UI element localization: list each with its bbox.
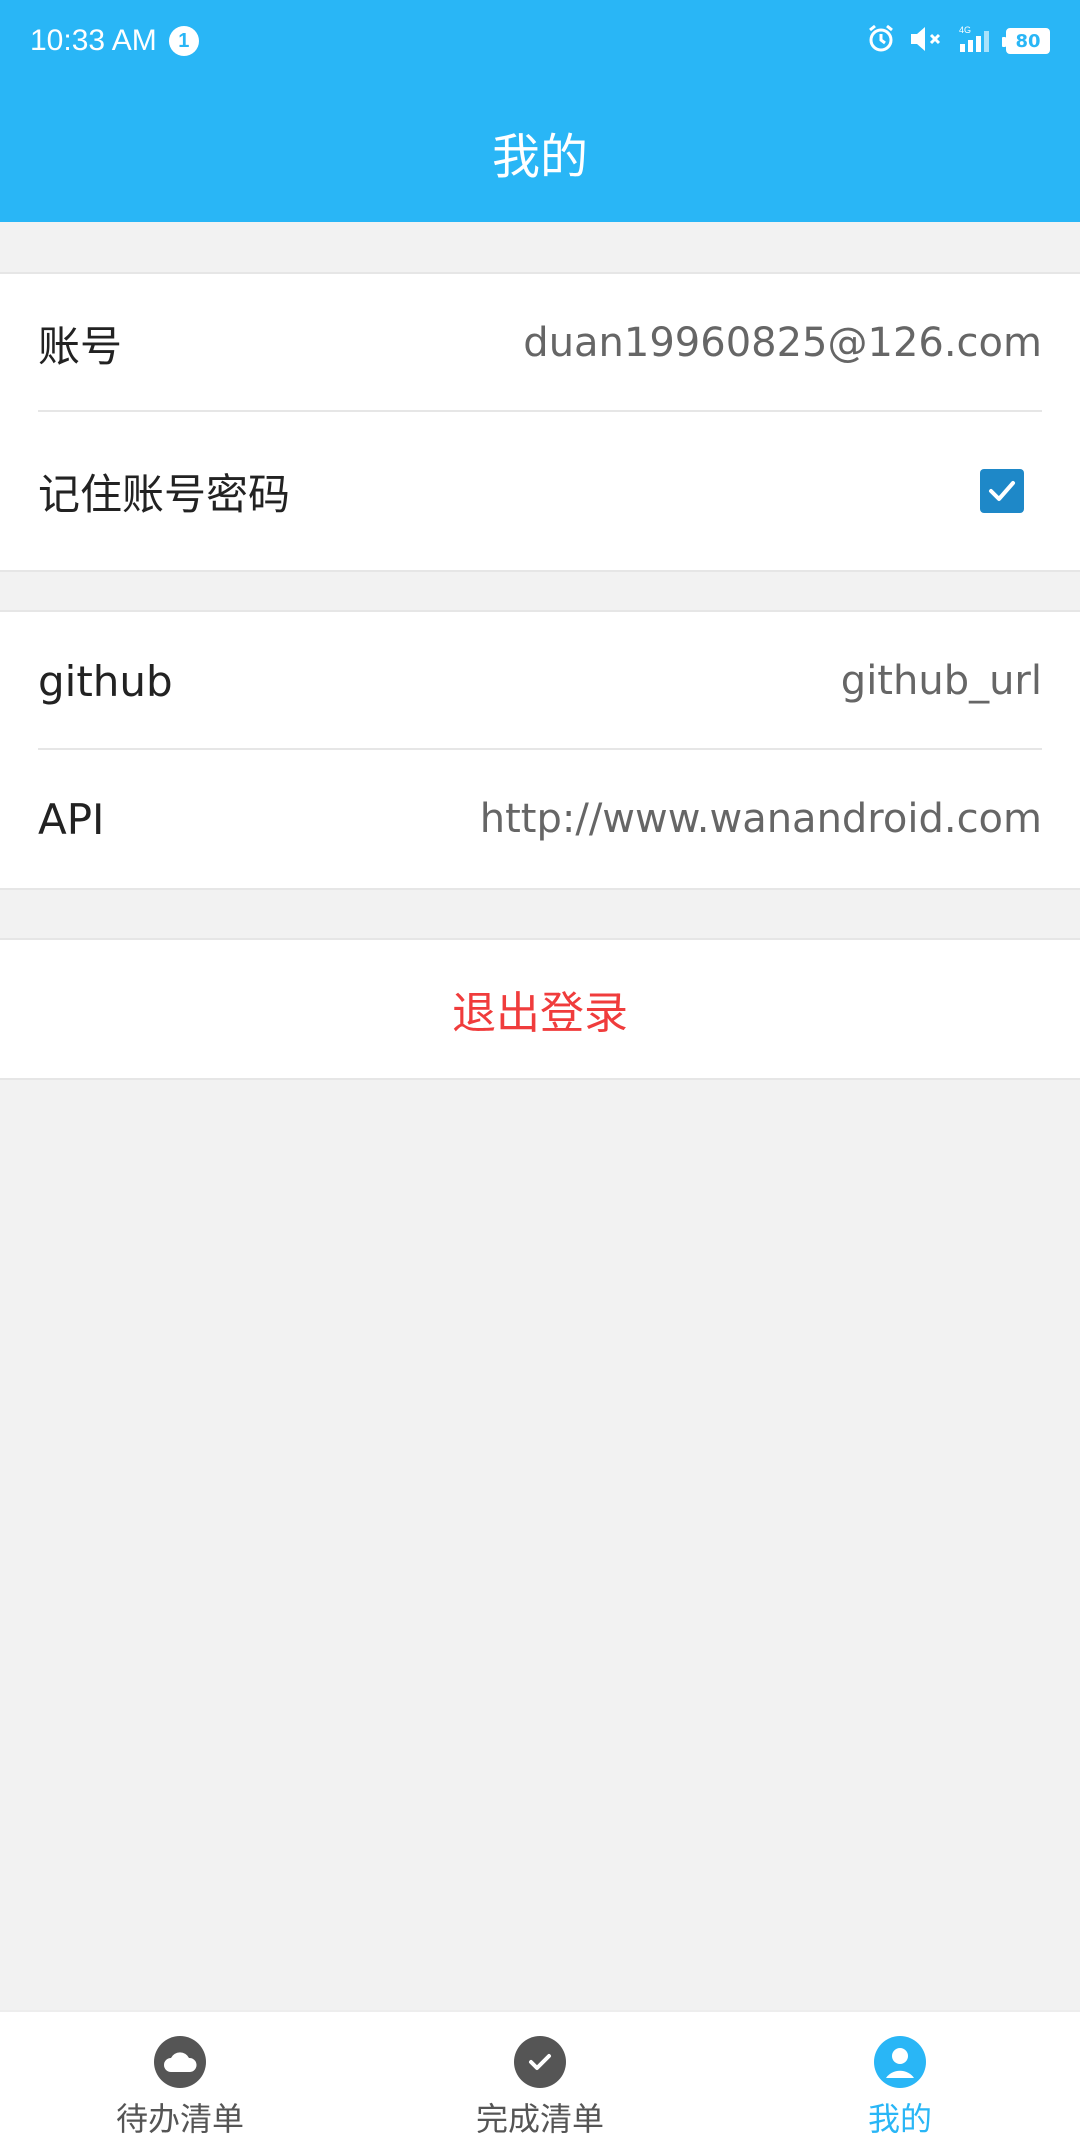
- api-row[interactable]: API http://www.wanandroid.com: [38, 750, 1042, 888]
- status-time: 10:33 AM: [30, 24, 157, 57]
- api-value: http://www.wanandroid.com: [479, 796, 1042, 842]
- remember-label: 记住账号密码: [38, 469, 291, 519]
- person-icon: [874, 2036, 926, 2088]
- github-label: github: [38, 656, 173, 706]
- logout-button[interactable]: 退出登录: [0, 940, 1080, 1078]
- signal-icon: 4G: [958, 24, 994, 58]
- nav-item-mine[interactable]: 我的: [720, 2012, 1080, 2142]
- remember-row[interactable]: 记住账号密码: [38, 412, 1042, 570]
- remember-checkbox[interactable]: [980, 469, 1024, 513]
- mute-icon: [908, 24, 946, 58]
- account-group: 账号 duan19960825@126.com 记住账号密码: [0, 272, 1080, 572]
- check-circle-icon: [514, 2036, 566, 2088]
- status-bar: 10:33 AM 1 4G 80: [0, 0, 1080, 82]
- github-value: github_url: [840, 658, 1042, 704]
- nav-label-todo: 待办清单: [115, 2100, 244, 2138]
- links-group: github github_url API http://www.wanandr…: [0, 610, 1080, 890]
- page-title: 我的: [491, 129, 588, 185]
- nav-label-mine: 我的: [867, 2100, 932, 2138]
- account-row[interactable]: 账号 duan19960825@126.com: [38, 274, 1042, 412]
- battery-icon: 80: [1002, 28, 1050, 54]
- logout-group: 退出登录: [0, 938, 1080, 1080]
- alarm-icon: [866, 24, 896, 58]
- app-bar: 我的: [0, 82, 1080, 222]
- status-right: 4G 80: [866, 24, 1050, 58]
- notification-badge: 1: [168, 26, 199, 56]
- account-value: duan19960825@126.com: [523, 320, 1042, 366]
- logout-label: 退出登录: [452, 988, 628, 1039]
- nav-item-done[interactable]: 完成清单: [360, 2012, 720, 2142]
- status-left: 10:33 AM 1: [30, 24, 199, 58]
- api-label: API: [38, 794, 105, 844]
- nav-label-done: 完成清单: [475, 2100, 604, 2138]
- bottom-nav: 待办清单 完成清单 我的: [0, 2010, 1080, 2142]
- network-label: 4G: [959, 25, 971, 35]
- nav-item-todo[interactable]: 待办清单: [0, 2012, 360, 2142]
- github-row[interactable]: github github_url: [38, 612, 1042, 750]
- account-label: 账号: [38, 321, 123, 371]
- checkmark-icon: [989, 481, 1015, 501]
- cloud-icon: [154, 2036, 206, 2088]
